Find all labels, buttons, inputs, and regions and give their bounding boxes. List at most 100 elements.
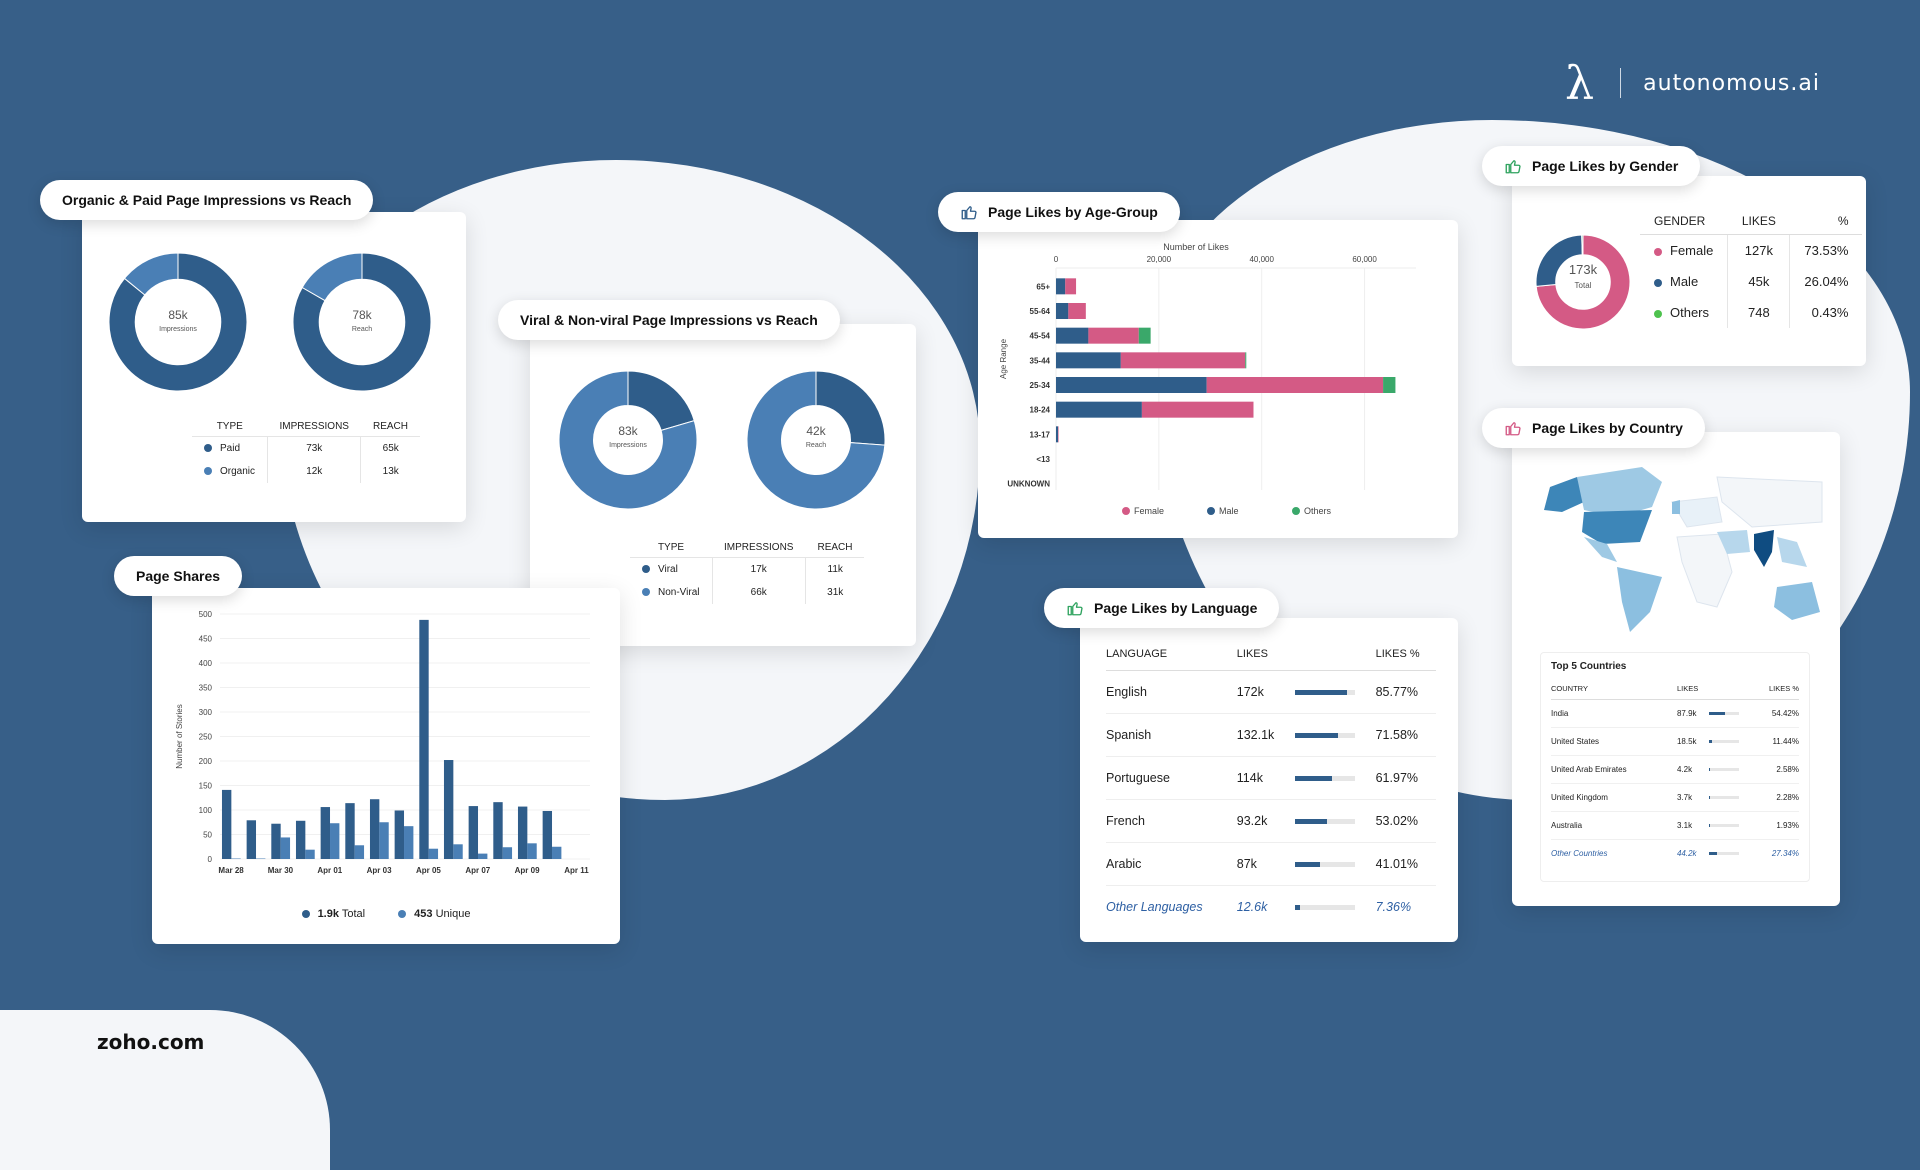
bar-unique (305, 849, 315, 859)
gender-table: GENDER LIKES % Female 127k 73.53% Male 4… (1640, 208, 1863, 328)
language-cell: Arabic (1106, 842, 1237, 886)
bar-track (1708, 852, 1739, 856)
bar-fill (1295, 690, 1347, 696)
col-header: IMPRESSIONS (712, 538, 806, 558)
bar-unique (552, 846, 562, 859)
bar-unique (502, 847, 513, 859)
reach-cell: 13k (360, 460, 420, 483)
bar-total (443, 760, 454, 859)
likes-cell: 44.2k (1676, 849, 1697, 858)
col-header: LIKES (1676, 678, 1749, 700)
y-tick-label: 400 (199, 659, 213, 668)
pct-cell: 53.02% (1375, 799, 1436, 843)
bar-unique (330, 823, 340, 859)
bar-total (246, 820, 257, 859)
donut-center: 85k Impressions (108, 308, 248, 333)
language-cell: Other Languages (1106, 900, 1203, 914)
gender-cell: Female (1670, 243, 1714, 258)
language-cell: French (1106, 799, 1237, 843)
likes-cell: 132.1k (1236, 713, 1296, 757)
donut-value: 173k (1568, 262, 1598, 277)
donut-label: Total (1574, 281, 1592, 290)
table-row: Non-Viral 66k 31k (630, 581, 865, 604)
bar-track (1708, 824, 1739, 828)
likes-cell: 114k (1236, 756, 1296, 800)
bar-others (1245, 352, 1247, 369)
country-title: Page Likes by Country (1482, 408, 1705, 448)
country-title-text: Page Likes by Country (1532, 420, 1683, 436)
language-cell: Portuguese (1106, 756, 1237, 800)
x-tick-label: Mar 28 (218, 866, 244, 875)
bar-male (1056, 303, 1069, 319)
legend-label: Others (1304, 506, 1332, 516)
pct-cell: 85.77% (1375, 670, 1436, 714)
top-countries-panel: Top 5 Countries COUNTRY LIKES LIKES % In… (1540, 652, 1810, 882)
table-row: Australia 3.1k 1.93% (1551, 811, 1799, 840)
age-group-card: Number of Likes 0 20,000 40,000 60,000 Age Ra… (978, 220, 1458, 538)
organic-dot-icon (204, 467, 212, 476)
bar-male (1056, 401, 1142, 418)
donut-slice-others (1581, 234, 1584, 256)
viral-title: Viral & Non-viral Page Impressions vs Re… (498, 300, 840, 340)
likes-bar (1295, 886, 1375, 929)
thumbs-up-icon (961, 206, 977, 220)
bar-unique (404, 826, 414, 859)
donut-value: 85k (168, 308, 188, 322)
brand-divider (1620, 68, 1622, 98)
brand-name: autonomous.ai (1643, 70, 1820, 96)
bar-male (1056, 377, 1207, 393)
page-shares-legend: 1.9k Total 453 Unique (152, 908, 620, 920)
table-row: Organic 12k 13k (192, 460, 420, 483)
total-dot-icon (301, 910, 310, 919)
male-dot-icon (1654, 278, 1662, 287)
language-table: LANGUAGE LIKES LIKES % English 172k 85.77%… (1106, 638, 1436, 928)
map-region-australia (1774, 582, 1820, 620)
bar-unique (527, 843, 537, 859)
gender-card: 173k Total GENDER LIKES % Female 127k 73… (1512, 176, 1866, 366)
bar-unique (256, 858, 266, 860)
map-region-alaska (1544, 477, 1584, 512)
viral-table: TYPE IMPRESSIONS REACH Viral 17k 11k Non… (630, 538, 865, 604)
bar-total (221, 789, 232, 859)
bar-fill (1708, 852, 1718, 856)
bar-fill (1708, 768, 1710, 772)
likes-bar (1295, 842, 1376, 886)
type-cell: Organic (220, 466, 256, 477)
x-tick-label: Apr 01 (317, 866, 342, 875)
table-row: Others 748 0.43% (1640, 297, 1863, 328)
bar-male (1056, 352, 1121, 369)
bar-unique (453, 844, 463, 859)
pct-cell: 27.34% (1771, 849, 1799, 858)
donut-label: Reach (351, 326, 373, 333)
country-cell: Other Countries (1551, 849, 1608, 858)
donut-label: Impressions (609, 442, 647, 449)
paid-dot-icon (204, 444, 212, 453)
bar-fill (1708, 712, 1726, 716)
bar-fill (1295, 819, 1327, 825)
table-row: Male 45k 26.04% (1640, 266, 1863, 297)
top-countries-title: Top 5 Countries (1551, 661, 1627, 672)
organic-paid-title-text: Organic & Paid Page Impressions vs Reach (62, 192, 352, 208)
bar-female (1058, 426, 1059, 443)
legend-label: Male (1219, 506, 1239, 516)
y-axis-label: Age Range (999, 338, 1008, 379)
col-header: LANGUAGE (1106, 638, 1237, 671)
legend-dot-female (1122, 507, 1130, 515)
bar-track (1295, 819, 1356, 825)
bar-total (345, 803, 355, 859)
likes-cell: 3.1k (1676, 811, 1709, 840)
pct-cell: 0.43% (1789, 297, 1863, 328)
bar-total (468, 806, 479, 859)
donut-value: 42k (806, 424, 826, 438)
donut-center: 173k Total (1535, 262, 1631, 290)
reach-cell: 65k (360, 436, 420, 460)
legend-label: Unique (435, 908, 471, 920)
top-countries-table: COUNTRY LIKES LIKES % India 87.9k 54.42% Un… (1551, 678, 1799, 867)
likes-cell: 87k (1236, 842, 1296, 886)
viral-dot-icon (642, 565, 650, 574)
bar-fill (1295, 905, 1300, 911)
pct-cell: 11.44% (1748, 727, 1799, 756)
bar-fill (1295, 733, 1339, 739)
y-tick-label: 200 (199, 757, 213, 766)
bar-total (394, 810, 405, 859)
